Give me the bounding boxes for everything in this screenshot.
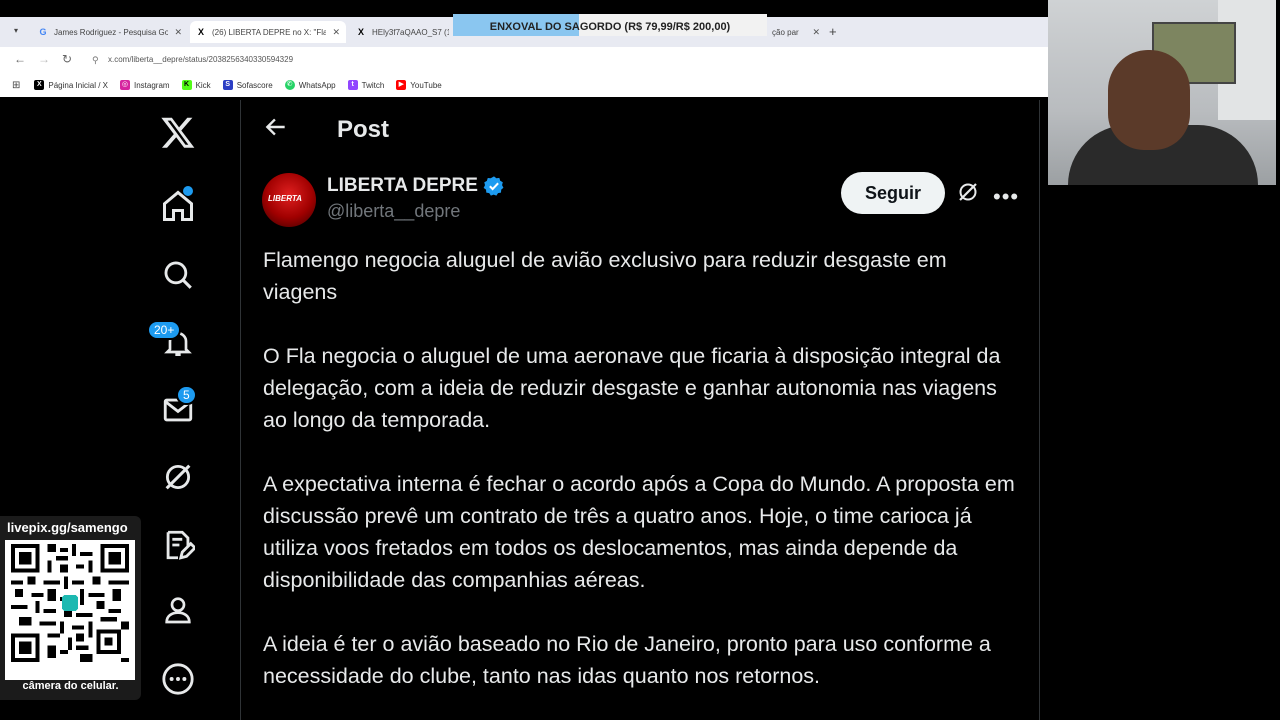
bookmark-twitch[interactable]: t Twitch [347,80,385,90]
close-tab-icon[interactable]: ✕ [174,27,182,38]
bookmark-label: Sofascore [236,80,273,90]
webcam-overlay [1048,0,1276,185]
x-logo-icon[interactable] [140,114,215,150]
post-column: Post LIBERTA LIBERTA DEPRE @liberta__dep… [240,100,1040,720]
back-icon[interactable]: ← [14,52,26,66]
x-icon: X [34,80,45,90]
avatar-logo-text: LIBERTA [268,194,302,203]
tab-list-chevron-icon[interactable]: ▾ [14,26,18,35]
grok-icon[interactable] [140,460,215,494]
goal-text: ENXOVAL DO SAGORDO (R$ 79,99/R$ 200,00) [489,21,731,33]
post-paragraph: A ideia é ter o avião baseado no Rio de … [263,632,991,688]
back-arrow-icon[interactable] [263,114,289,145]
tab-title: HEly3f7aQAAO_S7 (108 [372,27,449,37]
lists-compose-icon[interactable] [140,528,215,562]
verified-badge-icon [483,176,504,196]
webcam-person-head [1108,50,1190,150]
bookmark-whatsapp[interactable]: ✆ WhatsApp [284,80,336,90]
post-paragraph: A expectativa interna é fechar o acordo … [263,472,1015,592]
kick-icon: K [181,80,192,90]
left-navigation: 20+ 5 [140,100,215,720]
bookmark-kick[interactable]: K Kick [181,80,211,90]
post-header: Post [263,114,389,145]
bookmarks-bar: ⊞ X Página Inicial / X ◎ Instagram K Kic… [0,73,1048,97]
messages-mail-icon[interactable]: 5 [140,385,215,427]
author-name-row[interactable]: LIBERTA DEPRE [327,175,505,197]
close-tab-icon[interactable]: ✕ [812,27,820,38]
qr-caption: leia o código com a câmera do celular. [0,668,141,692]
site-info-icon[interactable]: ⚲ [92,51,99,69]
post-text: Flamengo negocia aluguel de avião exclus… [263,244,1023,720]
twitch-icon: t [347,80,358,90]
tab-title: ção par [772,27,799,37]
messages-badge: 5 [176,385,197,405]
post-more-options-icon[interactable]: ••• [993,184,1019,210]
new-posts-dot [183,186,193,196]
qr-code-image [5,540,135,680]
bookmark-label: Kick [195,80,211,90]
bookmark-youtube[interactable]: ▶ YouTube [396,80,442,90]
close-tab-icon[interactable]: ✕ [332,27,340,38]
browser-tab[interactable]: ção par ✕ [766,21,826,43]
bookmark-sofascore[interactable]: S Sofascore [222,80,273,90]
author-name[interactable]: LIBERTA DEPRE [327,175,478,197]
qr-caption-line: câmera do celular. [22,680,119,692]
tab-title: (26) LIBERTA DEPRE no X: "Flam [212,27,327,37]
more-options-icon[interactable] [140,662,215,696]
new-tab-icon[interactable]: + [829,24,837,39]
bookmark-label: WhatsApp [298,80,336,90]
notifications-bell-icon[interactable]: 20+ [140,320,215,360]
tab-title: James Rodriguez - Pesquisa Go [54,27,169,37]
bookmark-label: Instagram [133,80,170,90]
follow-button[interactable]: Seguir [841,172,945,214]
author-handle[interactable]: @liberta__depre [327,201,505,222]
browser-tab-active[interactable]: X (26) LIBERTA DEPRE no X: "Flam ✕ [190,21,346,43]
qr-caption-line: leia o código com a [19,668,122,680]
screen: ▾ G James Rodriguez - Pesquisa Go ✕ X (2… [0,0,1280,720]
donation-goal-banner: ENXOVAL DO SAGORDO (R$ 79,99/R$ 200,00) [453,14,767,36]
youtube-icon: ▶ [396,80,407,90]
post-paragraph: Flamengo negocia aluguel de avião exclus… [263,248,947,304]
url-text: x.com/liberta__depre/status/203825634033… [108,55,294,64]
profile-icon[interactable] [140,594,215,626]
search-icon[interactable] [140,258,215,292]
x-logo-icon: X [357,27,364,37]
url-field[interactable]: ⚲ x.com/liberta__depre/status/2038256340… [88,51,1038,69]
qr-donation-widget: livepix.gg/samengo leia o código com a c… [0,516,141,700]
bookmark-label: Página Inicial / X [48,80,108,90]
x-logo-icon: X [197,27,204,37]
author-avatar[interactable]: LIBERTA [262,173,316,227]
bookmark-instagram[interactable]: ◎ Instagram [119,80,170,90]
bookmark-label: Twitch [361,80,385,90]
forward-icon[interactable]: → [38,52,50,66]
browser-tab[interactable]: G James Rodriguez - Pesquisa Go ✕ [32,21,188,43]
bookmark-label: YouTube [410,80,442,90]
page-title: Post [337,115,390,143]
notifications-badge: 20+ [147,320,182,340]
instagram-icon: ◎ [119,80,130,90]
author-info: LIBERTA DEPRE @liberta__depre [327,175,505,222]
google-icon: G [39,27,47,37]
apps-grid-icon[interactable]: ⊞ [12,80,20,91]
bookmark-x[interactable]: X Página Inicial / X [34,80,108,90]
sofascore-icon: S [222,80,233,90]
grok-explain-icon[interactable] [956,180,980,209]
home-icon[interactable] [140,186,215,224]
reload-icon[interactable]: ↻ [62,52,72,66]
qr-url: livepix.gg/samengo [7,520,128,535]
post-paragraph: O Fla negocia o aluguel de uma aeronave … [263,344,1001,432]
whatsapp-icon: ✆ [284,80,295,90]
browser-tab[interactable]: X HEly3f7aQAAO_S7 (108 [350,21,455,43]
